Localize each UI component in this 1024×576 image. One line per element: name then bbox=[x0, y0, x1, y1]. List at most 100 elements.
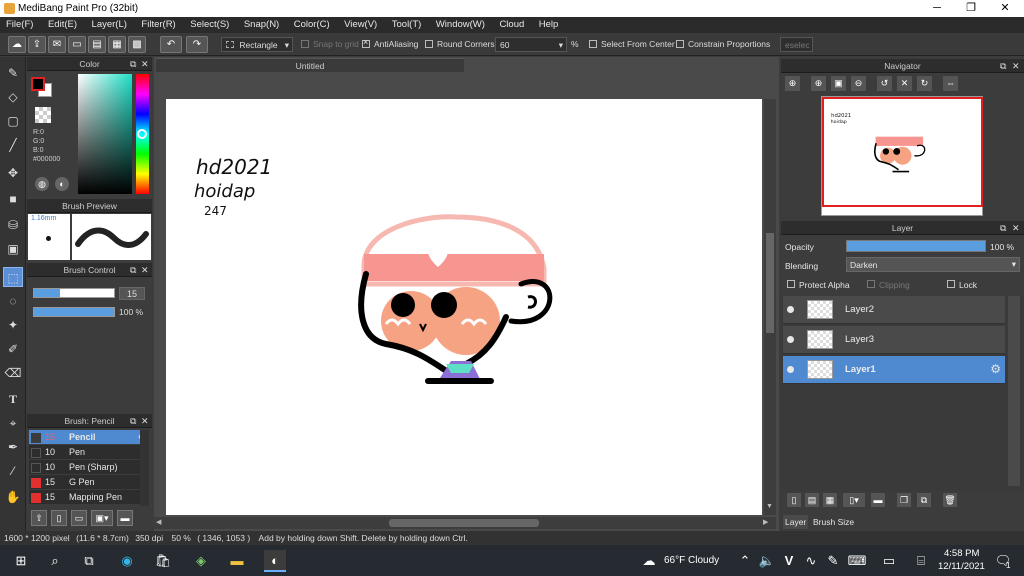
saturation-value-square[interactable] bbox=[78, 74, 132, 194]
clipping-checkbox[interactable] bbox=[867, 280, 875, 288]
snap-to-grid-checkbox[interactable] bbox=[301, 40, 309, 48]
doc-icon[interactable]: ▤ bbox=[88, 36, 106, 53]
reset-view-icon[interactable]: ✕ bbox=[897, 76, 912, 91]
menu-filter[interactable]: Filter(R) bbox=[135, 17, 181, 30]
brush-tool-icon[interactable]: ✎ bbox=[3, 63, 23, 83]
new-brush-icon[interactable]: ▯ bbox=[51, 510, 67, 526]
line-tool-icon[interactable]: ╱ bbox=[3, 135, 23, 155]
brush-settings-icon[interactable]: ▣▾ bbox=[91, 510, 113, 526]
brush-folder-icon[interactable]: ▬ bbox=[117, 510, 133, 526]
new-layer-alt-icon[interactable]: ▤ bbox=[805, 493, 819, 507]
task-view-icon[interactable]: ⧉ bbox=[78, 550, 100, 572]
operation-tool-icon[interactable]: ⌖ bbox=[3, 413, 23, 433]
fit-icon[interactable]: ▣ bbox=[831, 76, 846, 91]
eraser-tool-icon[interactable]: ◇ bbox=[3, 87, 23, 107]
edge-browser-icon[interactable]: ◉ bbox=[116, 550, 138, 572]
move-tool-icon[interactable]: ✥ bbox=[3, 163, 23, 183]
lasso-tool-icon[interactable]: ◌ bbox=[3, 291, 23, 311]
protect-alpha-checkbox[interactable] bbox=[787, 280, 795, 288]
brush-size-slider[interactable] bbox=[33, 288, 115, 298]
menu-cloud[interactable]: Cloud bbox=[493, 17, 530, 30]
navigator-preview[interactable]: hd2021 hoidap bbox=[821, 96, 983, 216]
medibang-taskbar-icon[interactable]: ◐ bbox=[264, 550, 286, 572]
cloud-icon[interactable]: ☁ bbox=[8, 36, 26, 53]
zoom-out-icon[interactable]: ⊖ bbox=[851, 76, 866, 91]
round-corners-input[interactable]: 60 ▾ bbox=[495, 37, 567, 52]
fill-rect-tool-icon[interactable]: ■ bbox=[3, 189, 23, 209]
brush-item-pen[interactable]: 10 Pen bbox=[29, 445, 149, 460]
primary-color-swatch[interactable] bbox=[31, 77, 45, 91]
popout-icon[interactable]: ⧉ bbox=[130, 57, 136, 71]
menu-layer[interactable]: Layer(L) bbox=[86, 17, 133, 30]
flip-icon[interactable]: ⇔ bbox=[943, 76, 958, 91]
brush-list-scrollbar[interactable] bbox=[140, 430, 149, 506]
panel-tab-layer[interactable]: Layer bbox=[783, 515, 809, 529]
language-icon[interactable]: ⌸ bbox=[910, 550, 932, 572]
notification-icon[interactable]: 🗨 bbox=[992, 550, 1014, 572]
close-icon[interactable]: ✕ bbox=[1012, 59, 1020, 73]
search-icon[interactable]: ⌕ bbox=[44, 550, 66, 572]
rotate-left-icon[interactable]: ↺ bbox=[877, 76, 892, 91]
folder-icon[interactable]: ▬ bbox=[871, 493, 885, 507]
transparent-swatch[interactable] bbox=[35, 107, 51, 123]
vietkey-icon[interactable]: V bbox=[778, 550, 800, 572]
blending-select[interactable]: Darken ▾ bbox=[846, 257, 1020, 272]
add-layer-menu-icon[interactable]: ▯▾ bbox=[843, 493, 865, 507]
menu-snap[interactable]: Snap(N) bbox=[238, 17, 285, 30]
gear-icon[interactable]: ⚙ bbox=[990, 362, 1001, 376]
zoom-in-alt-icon[interactable]: ⊕ bbox=[811, 76, 826, 91]
hue-slider-thumb[interactable] bbox=[137, 129, 147, 139]
menu-window[interactable]: Window(W) bbox=[430, 17, 491, 30]
menu-select[interactable]: Select(S) bbox=[184, 17, 235, 30]
brush-item-mapping-pen[interactable]: 15 Mapping Pen bbox=[29, 490, 149, 505]
zoom-in-icon[interactable]: ⊕ bbox=[785, 76, 800, 91]
visibility-icon[interactable] bbox=[787, 366, 794, 373]
close-icon[interactable]: ✕ bbox=[141, 57, 149, 71]
menu-file[interactable]: File(F) bbox=[0, 17, 39, 30]
document-tab[interactable]: Untitled bbox=[156, 58, 464, 72]
redo-icon[interactable]: ↷ bbox=[186, 36, 208, 53]
delete-layer-icon[interactable]: 🗑 bbox=[943, 493, 957, 507]
grid-icon[interactable]: ▦ bbox=[108, 36, 126, 53]
panel-tab-brush-size[interactable]: Brush Size bbox=[811, 515, 856, 529]
deselect-button[interactable]: eselec bbox=[780, 37, 813, 52]
new-layer-icon[interactable]: ▯ bbox=[787, 493, 801, 507]
file-explorer-icon[interactable]: ▬ bbox=[226, 550, 248, 572]
new-doc-icon[interactable]: ▭ bbox=[68, 36, 86, 53]
visibility-icon[interactable] bbox=[787, 306, 794, 313]
select-eraser-tool-icon[interactable]: ⌫ bbox=[3, 363, 23, 383]
chevron-up-icon[interactable]: ⌃ bbox=[734, 550, 756, 572]
close-icon[interactable]: ✕ bbox=[1012, 221, 1020, 235]
menu-edit[interactable]: Edit(E) bbox=[42, 17, 83, 30]
constrain-checkbox[interactable] bbox=[676, 40, 684, 48]
magic-wand-tool-icon[interactable]: ✦ bbox=[3, 315, 23, 335]
close-button[interactable]: ✕ bbox=[988, 0, 1022, 17]
lock-checkbox[interactable] bbox=[947, 280, 955, 288]
close-icon[interactable]: ✕ bbox=[141, 414, 149, 428]
clock-date[interactable]: 12/11/2021 bbox=[938, 561, 985, 572]
brush-size-input[interactable]: 15 bbox=[119, 287, 145, 300]
popout-icon[interactable]: ⧉ bbox=[1000, 59, 1006, 73]
layer-row[interactable]: Layer1 ⚙ bbox=[783, 356, 1005, 384]
horizontal-scrollbar[interactable]: ◀ ▶ bbox=[154, 517, 776, 529]
minimize-button[interactable]: ─ bbox=[920, 0, 954, 17]
new-halftone-layer-icon[interactable]: ▦ bbox=[823, 493, 837, 507]
copy-brush-icon[interactable]: ▭ bbox=[71, 510, 87, 526]
color-picker-icon[interactable]: ◍ bbox=[35, 177, 49, 191]
brush-item-pencil[interactable]: 15 Pencil ⚙ bbox=[29, 430, 149, 445]
rotate-right-icon[interactable]: ↻ bbox=[917, 76, 932, 91]
comment-icon[interactable]: ✉ bbox=[48, 36, 66, 53]
shape-select[interactable]: Rectangle ▾ bbox=[221, 37, 293, 52]
select-rect-tool-icon[interactable]: ⬚ bbox=[3, 267, 23, 287]
restore-button[interactable]: ❐ bbox=[954, 0, 988, 17]
bucket-tool-icon[interactable]: ⛁ bbox=[3, 215, 23, 235]
menu-view[interactable]: View(V) bbox=[338, 17, 383, 30]
zalo-icon[interactable]: ◈ bbox=[190, 550, 212, 572]
layer-row[interactable]: Layer3 bbox=[783, 326, 1005, 354]
visibility-icon[interactable] bbox=[787, 336, 794, 343]
select-pen-tool-icon[interactable]: ✐ bbox=[3, 339, 23, 359]
document-canvas[interactable]: hd2021 hoidap 247 bbox=[166, 99, 762, 515]
brush-opacity-slider[interactable] bbox=[33, 307, 115, 317]
scroll-right-icon[interactable]: ▶ bbox=[763, 518, 768, 526]
wifi-icon[interactable]: ∿ bbox=[800, 550, 822, 572]
